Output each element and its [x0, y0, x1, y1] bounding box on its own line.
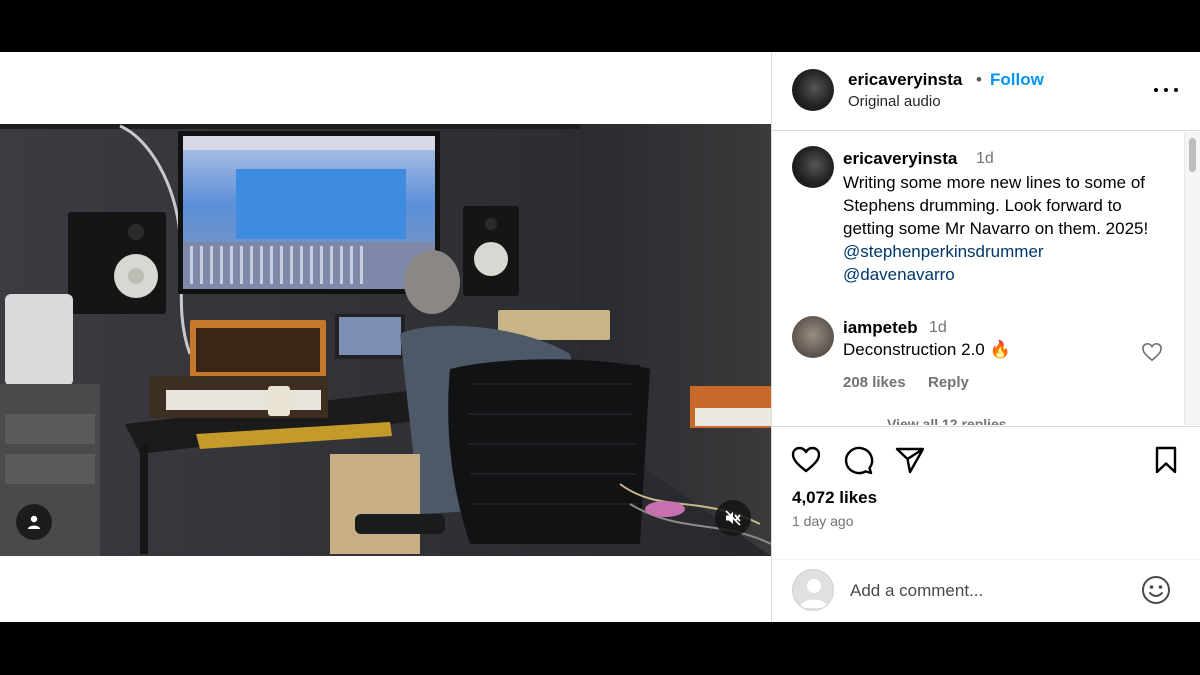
mute-button[interactable] [715, 500, 751, 536]
default-avatar-icon [800, 579, 828, 608]
caption-text: Writing some more new lines to some of S… [843, 171, 1173, 286]
comments-section[interactable]: ericaveryinsta 1d Writing some more new … [772, 132, 1200, 425]
caption-time[interactable]: 1d [976, 150, 994, 168]
letterbox-bottom [0, 622, 1200, 675]
comment-bubble-icon[interactable] [842, 444, 874, 476]
video-player[interactable] [0, 124, 771, 556]
likes-count[interactable]: 4,072 likes [792, 488, 877, 508]
reply-button[interactable]: Reply [928, 374, 969, 391]
paper-plane-icon[interactable] [894, 444, 926, 476]
instagram-post: ericaveryinsta • Follow Original audio e… [0, 52, 1200, 622]
comment-text: Deconstruction 2.0 🔥 [843, 340, 1011, 359]
author-avatar[interactable] [792, 69, 834, 111]
header-separator: • [976, 70, 982, 89]
studio-video-frame [0, 124, 771, 556]
media-pane [0, 52, 771, 622]
post-sidebar: ericaveryinsta • Follow Original audio e… [772, 52, 1200, 622]
post-time[interactable]: 1 day ago [792, 513, 854, 529]
person-tag-icon [28, 515, 40, 529]
mention-link[interactable]: @davenavarro [843, 265, 955, 284]
commenter-avatar[interactable] [792, 316, 834, 358]
comment-likes[interactable]: 208 likes [843, 374, 906, 391]
bookmark-icon[interactable] [1150, 444, 1182, 476]
speaker-muted-icon [725, 510, 741, 526]
comment-input[interactable] [850, 576, 1130, 606]
post-header: ericaveryinsta • Follow Original audio [772, 52, 1200, 131]
heart-icon[interactable] [1141, 342, 1163, 362]
smiley-icon[interactable] [1140, 574, 1172, 606]
comment-username[interactable]: iampeteb [843, 318, 918, 338]
mention-link[interactable]: @stephenperkinsdrummer [843, 242, 1044, 261]
scrollbar-thumb[interactable] [1189, 138, 1196, 172]
comment-time[interactable]: 1d [929, 319, 947, 337]
letterbox-top [0, 0, 1200, 52]
user-avatar [792, 569, 834, 611]
author-username[interactable]: ericaveryinsta [848, 70, 962, 90]
caption-avatar[interactable] [792, 146, 834, 188]
more-options-icon[interactable] [1154, 78, 1178, 102]
heart-icon[interactable] [790, 444, 822, 476]
caption-username[interactable]: ericaveryinsta [843, 149, 957, 169]
add-comment-bar [772, 559, 1200, 622]
action-bar: 4,072 likes 1 day ago [772, 426, 1200, 538]
tagged-people-button[interactable] [16, 504, 52, 540]
view-replies-link[interactable]: View all 12 replies [887, 416, 1007, 425]
follow-button[interactable]: Follow [990, 70, 1044, 90]
audio-label[interactable]: Original audio [848, 93, 941, 110]
scrollbar-track[interactable] [1184, 132, 1200, 425]
caption-body: Writing some more new lines to some of S… [843, 173, 1149, 238]
